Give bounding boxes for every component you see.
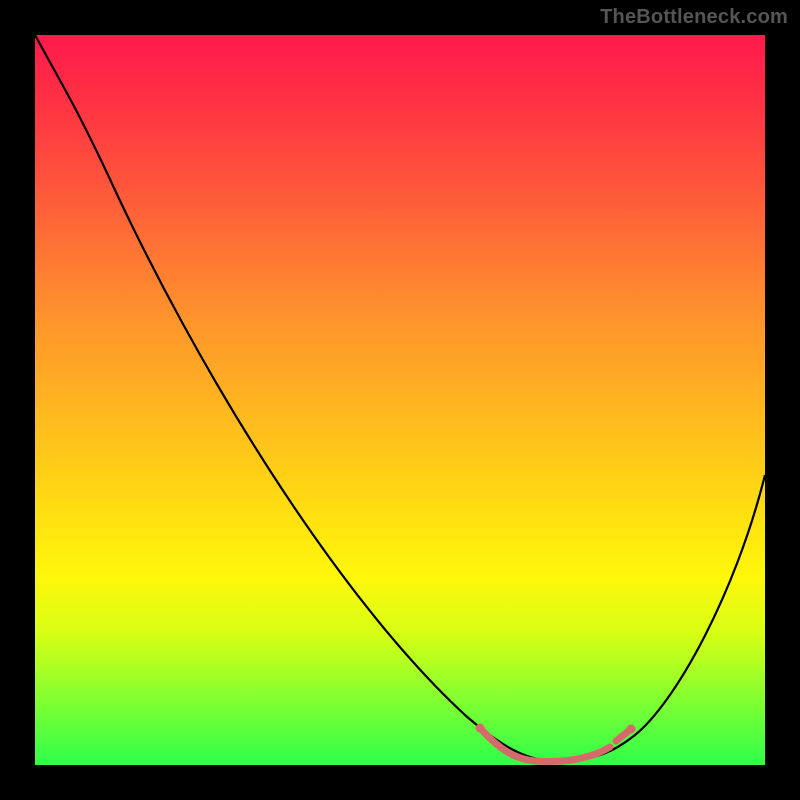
highlight-dot-left	[476, 724, 485, 733]
plot-area	[35, 35, 765, 765]
flat-highlight	[480, 728, 631, 761]
main-curve	[35, 35, 765, 761]
watermark-text: TheBottleneck.com	[600, 6, 788, 29]
chart-frame: TheBottleneck.com	[0, 0, 800, 800]
curve-svg	[35, 35, 765, 765]
highlight-dot-right	[627, 725, 636, 734]
